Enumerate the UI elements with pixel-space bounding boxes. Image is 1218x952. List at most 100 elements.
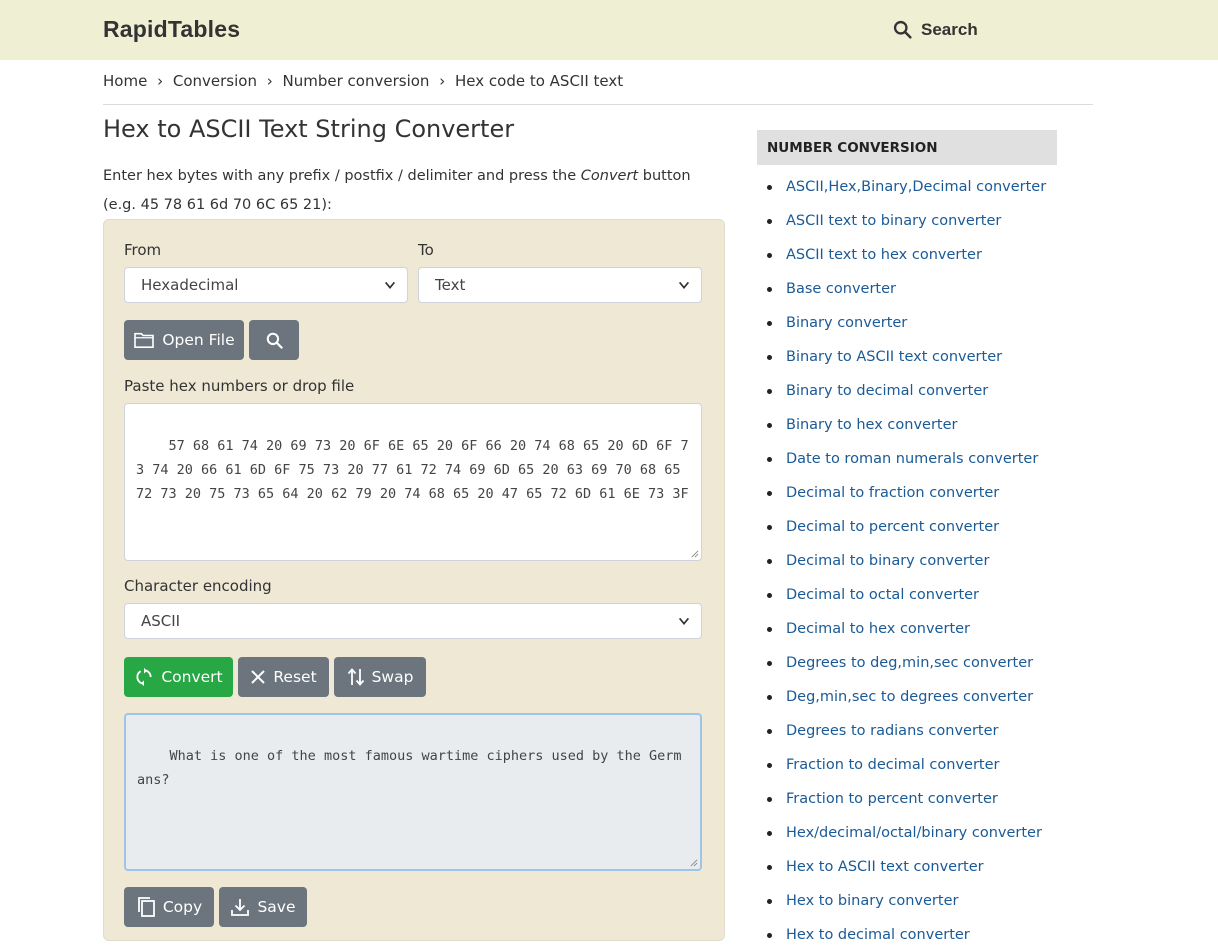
- bullet-icon: [767, 830, 772, 836]
- sidebar-link[interactable]: Hex to decimal converter: [786, 927, 970, 943]
- breadcrumb-separator: ›: [439, 72, 446, 90]
- sidebar-link[interactable]: Binary to decimal converter: [786, 383, 988, 399]
- intro-text-part: button: [638, 168, 691, 184]
- intro-emphasis: Convert: [580, 168, 639, 184]
- reset-button[interactable]: Reset: [238, 657, 329, 697]
- sidebar-link[interactable]: Binary to ASCII text converter: [786, 349, 1002, 365]
- bullet-icon: [767, 422, 772, 428]
- sidebar-link[interactable]: Degrees to deg,min,sec converter: [786, 655, 1033, 671]
- sidebar-link[interactable]: Base converter: [786, 281, 896, 297]
- sidebar-item: ASCII text to binary converter: [767, 204, 1046, 238]
- sidebar-link[interactable]: Date to roman numerals converter: [786, 451, 1038, 467]
- breadcrumb-home[interactable]: Home: [103, 72, 147, 90]
- to-select-value: Text: [435, 276, 466, 294]
- sidebar-item: Degrees to radians converter: [767, 714, 1046, 748]
- sidebar-item: Hex to decimal converter: [767, 918, 1046, 952]
- sidebar-item: Decimal to percent converter: [767, 510, 1046, 544]
- sidebar-link[interactable]: Deg,min,sec to degrees converter: [786, 689, 1033, 705]
- swap-button[interactable]: Swap: [334, 657, 426, 697]
- download-icon: [231, 899, 250, 916]
- bullet-icon: [767, 184, 772, 190]
- sidebar-link[interactable]: Decimal to octal converter: [786, 587, 979, 603]
- sidebar-link[interactable]: Decimal to percent converter: [786, 519, 999, 535]
- encoding-select-value: ASCII: [141, 612, 181, 630]
- refresh-icon: [136, 667, 152, 687]
- sidebar-link[interactable]: Hex to binary converter: [786, 893, 958, 909]
- breadcrumb-conversion[interactable]: Conversion: [173, 72, 257, 90]
- site-logo[interactable]: RapidTables: [103, 16, 240, 43]
- sidebar-item: Decimal to fraction converter: [767, 476, 1046, 510]
- converter-panel: From To Hexadecimal Text Open File Paste…: [103, 219, 725, 941]
- sidebar-link[interactable]: Binary to hex converter: [786, 417, 957, 433]
- copy-button[interactable]: Copy: [124, 887, 214, 927]
- sidebar-item: ASCII,Hex,Binary,Decimal converter: [767, 170, 1046, 204]
- convert-label: Convert: [161, 668, 223, 686]
- save-label: Save: [257, 898, 296, 916]
- intro-example: (e.g. 45 78 61 6d 70 6C 65 21):: [103, 197, 332, 213]
- from-select[interactable]: Hexadecimal: [124, 267, 408, 303]
- sidebar-item: Base converter: [767, 272, 1046, 306]
- bullet-icon: [767, 660, 772, 666]
- sidebar-link[interactable]: Decimal to hex converter: [786, 621, 970, 637]
- sidebar-item: Degrees to deg,min,sec converter: [767, 646, 1046, 680]
- divider: [103, 104, 1093, 105]
- sidebar-item: Binary converter: [767, 306, 1046, 340]
- sidebar-link[interactable]: Fraction to percent converter: [786, 791, 998, 807]
- sidebar-item: Decimal to binary converter: [767, 544, 1046, 578]
- sidebar-item: Deg,min,sec to degrees converter: [767, 680, 1046, 714]
- bullet-icon: [767, 456, 772, 462]
- sidebar-link[interactable]: ASCII text to hex converter: [786, 247, 982, 263]
- convert-button[interactable]: Convert: [124, 657, 233, 697]
- bullet-icon: [767, 286, 772, 292]
- chevron-down-icon: [678, 617, 690, 625]
- open-file-label: Open File: [162, 331, 235, 349]
- search-button[interactable]: Search: [892, 19, 978, 40]
- to-select[interactable]: Text: [418, 267, 702, 303]
- breadcrumb-separator: ›: [266, 72, 273, 90]
- sidebar-link[interactable]: ASCII text to binary converter: [786, 213, 1001, 229]
- folder-icon: [134, 332, 155, 349]
- sidebar-link[interactable]: ASCII,Hex,Binary,Decimal converter: [786, 179, 1046, 195]
- bullet-icon: [767, 388, 772, 394]
- sidebar-item: Date to roman numerals converter: [767, 442, 1046, 476]
- sidebar-link[interactable]: Hex to ASCII text converter: [786, 859, 984, 875]
- hex-input-textarea[interactable]: 57 68 61 74 20 69 73 20 6F 6E 65 20 6F 6…: [124, 403, 702, 561]
- sidebar-item: Binary to hex converter: [767, 408, 1046, 442]
- bullet-icon: [767, 626, 772, 632]
- sidebar-item: Fraction to percent converter: [767, 782, 1046, 816]
- resize-grip-icon[interactable]: [690, 549, 699, 558]
- bullet-icon: [767, 218, 772, 224]
- sidebar-item: Hex/decimal/octal/binary converter: [767, 816, 1046, 850]
- reset-label: Reset: [273, 668, 317, 686]
- sidebar-link[interactable]: Fraction to decimal converter: [786, 757, 1000, 773]
- sidebar-link[interactable]: Decimal to fraction converter: [786, 485, 999, 501]
- text-output-value: What is one of the most famous wartime c…: [137, 748, 682, 788]
- sidebar-heading: NUMBER CONVERSION: [757, 130, 1057, 165]
- breadcrumb-number-conversion[interactable]: Number conversion: [283, 72, 430, 90]
- input-label: Paste hex numbers or drop file: [124, 377, 355, 395]
- sidebar-item: Decimal to octal converter: [767, 578, 1046, 612]
- sidebar-item: Hex to binary converter: [767, 884, 1046, 918]
- resize-grip-icon[interactable]: [689, 858, 698, 867]
- to-label: To: [418, 241, 434, 259]
- text-output-textarea[interactable]: What is one of the most famous wartime c…: [124, 713, 702, 871]
- bullet-icon: [767, 796, 772, 802]
- bullet-icon: [767, 524, 772, 530]
- chevron-down-icon: [678, 281, 690, 289]
- sidebar-item: ASCII text to hex converter: [767, 238, 1046, 272]
- copy-label: Copy: [162, 898, 203, 916]
- bullet-icon: [767, 320, 772, 326]
- encoding-select[interactable]: ASCII: [124, 603, 702, 639]
- breadcrumb-current[interactable]: Hex code to ASCII text: [455, 72, 623, 90]
- browse-search-button[interactable]: [249, 320, 299, 360]
- sidebar-link[interactable]: Degrees to radians converter: [786, 723, 999, 739]
- save-button[interactable]: Save: [219, 887, 307, 927]
- page-title: Hex to ASCII Text String Converter: [103, 115, 515, 143]
- search-label: Search: [921, 19, 978, 39]
- intro-text: Enter hex bytes with any prefix / postfi…: [103, 162, 723, 220]
- swap-label: Swap: [371, 668, 414, 686]
- sidebar-link[interactable]: Decimal to binary converter: [786, 553, 989, 569]
- sidebar-link[interactable]: Binary converter: [786, 315, 907, 331]
- sidebar-link[interactable]: Hex/decimal/octal/binary converter: [786, 825, 1042, 841]
- open-file-button[interactable]: Open File: [124, 320, 244, 360]
